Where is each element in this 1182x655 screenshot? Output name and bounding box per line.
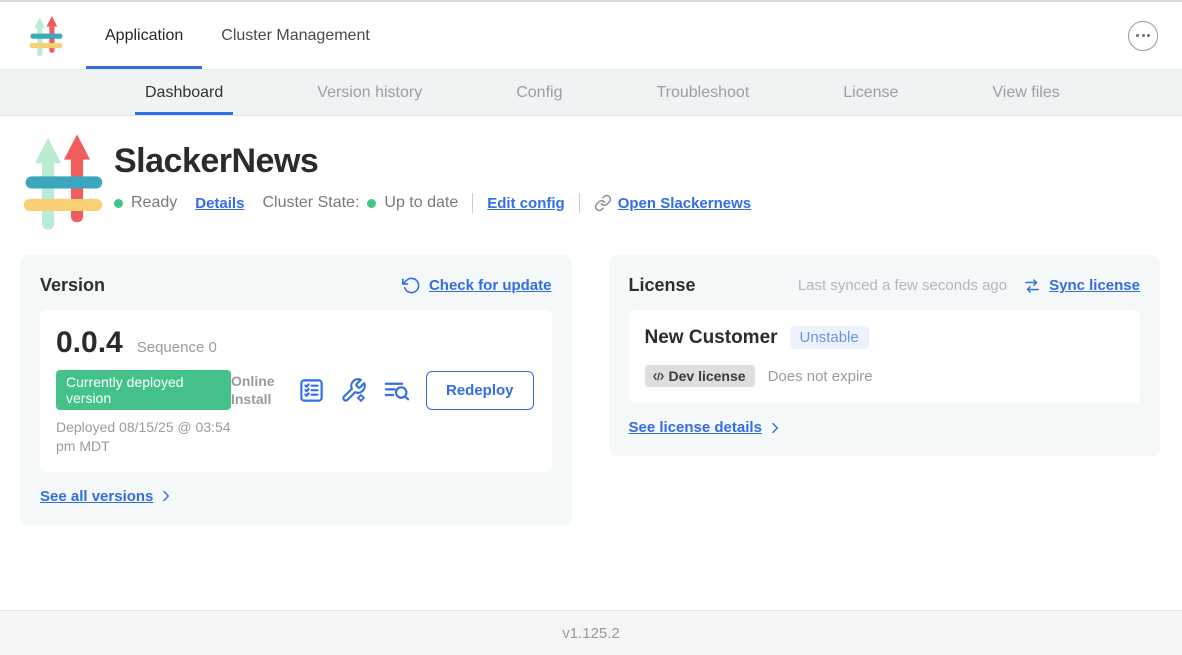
see-license-details-link[interactable]: See license details [629, 419, 762, 436]
details-link[interactable]: Details [195, 195, 244, 212]
cluster-state-value: Up to date [384, 194, 458, 212]
tab-troubleshoot[interactable]: Troubleshoot [646, 70, 759, 115]
app-subnav: Dashboard Version history Config Trouble… [0, 70, 1182, 116]
chevron-right-icon [158, 488, 174, 504]
console-footer: v1.125.2 [0, 610, 1182, 655]
tab-config[interactable]: Config [506, 70, 572, 115]
app-logo-icon [28, 15, 64, 57]
cluster-state-dot [367, 199, 376, 208]
edit-config-link[interactable]: Edit config [487, 195, 565, 212]
expiration-text: Does not expire [768, 368, 873, 385]
app-status-row: Ready Details Cluster State: Up to date … [114, 193, 751, 213]
license-panel: New Customer Unstable [629, 310, 1141, 403]
tab-application[interactable]: Application [86, 2, 202, 69]
see-all-versions-link[interactable]: See all versions [40, 488, 153, 505]
header-tabs: Application Cluster Management [86, 2, 389, 69]
app-status-text: Ready [131, 194, 177, 212]
cluster-state-label: Cluster State: [262, 194, 359, 212]
customer-name: New Customer [645, 327, 778, 349]
config-tool-icon[interactable] [340, 377, 367, 404]
preflight-checks-icon[interactable] [298, 377, 325, 404]
license-card: License Last synced a few seconds ago Sy… [609, 255, 1161, 456]
check-for-update-link[interactable]: Check for update [429, 277, 552, 294]
sequence-label: Sequence 0 [137, 339, 217, 356]
sync-license-link[interactable]: Sync license [1049, 277, 1140, 294]
refresh-icon [402, 276, 421, 295]
app-hero: SlackerNews Ready Details Cluster State:… [20, 132, 1160, 232]
divider [472, 193, 473, 213]
license-card-title: License [629, 275, 696, 296]
current-version-panel: 0.0.4 Sequence 0 Currently deployed vers… [40, 310, 552, 472]
page-title: SlackerNews [114, 142, 751, 181]
tab-version-history[interactable]: Version history [307, 70, 432, 115]
version-number: 0.0.4 [56, 326, 123, 360]
tab-view-files[interactable]: View files [982, 70, 1069, 115]
sync-icon [1023, 277, 1041, 295]
version-card-title: Version [40, 275, 105, 296]
divider [579, 193, 580, 213]
channel-badge: Unstable [790, 326, 869, 349]
license-type-badge: Dev license [645, 365, 755, 387]
console-version: v1.125.2 [562, 625, 620, 642]
tab-cluster-management[interactable]: Cluster Management [202, 2, 389, 69]
version-card: Version Check for update [20, 255, 572, 525]
license-type-label: Dev license [669, 368, 746, 384]
slackernews-logo-icon [20, 132, 106, 232]
tab-license[interactable]: License [833, 70, 908, 115]
deployed-timestamp: Deployed 08/15/25 @ 03:54 pm MDT [56, 418, 231, 456]
chevron-right-icon [767, 420, 783, 436]
tab-dashboard[interactable]: Dashboard [135, 70, 233, 115]
top-header: Application Cluster Management [0, 2, 1182, 70]
header-right [1128, 21, 1158, 51]
last-synced-text: Last synced a few seconds ago [798, 277, 1007, 294]
dashboard-content: SlackerNews Ready Details Cluster State:… [0, 116, 1182, 610]
link-icon [594, 194, 612, 212]
code-icon [651, 369, 666, 384]
deploy-logs-icon[interactable] [382, 377, 411, 404]
redeploy-button[interactable]: Redeploy [426, 371, 534, 410]
open-app-link[interactable]: Open Slackernews [618, 195, 751, 212]
admin-console-page: Application Cluster Management Dashboard… [0, 0, 1182, 655]
deployed-badge: Currently deployed version [56, 370, 231, 410]
ellipsis-icon[interactable] [1128, 21, 1158, 51]
install-type-label: Online Install [231, 373, 283, 408]
app-status-dot [114, 199, 123, 208]
